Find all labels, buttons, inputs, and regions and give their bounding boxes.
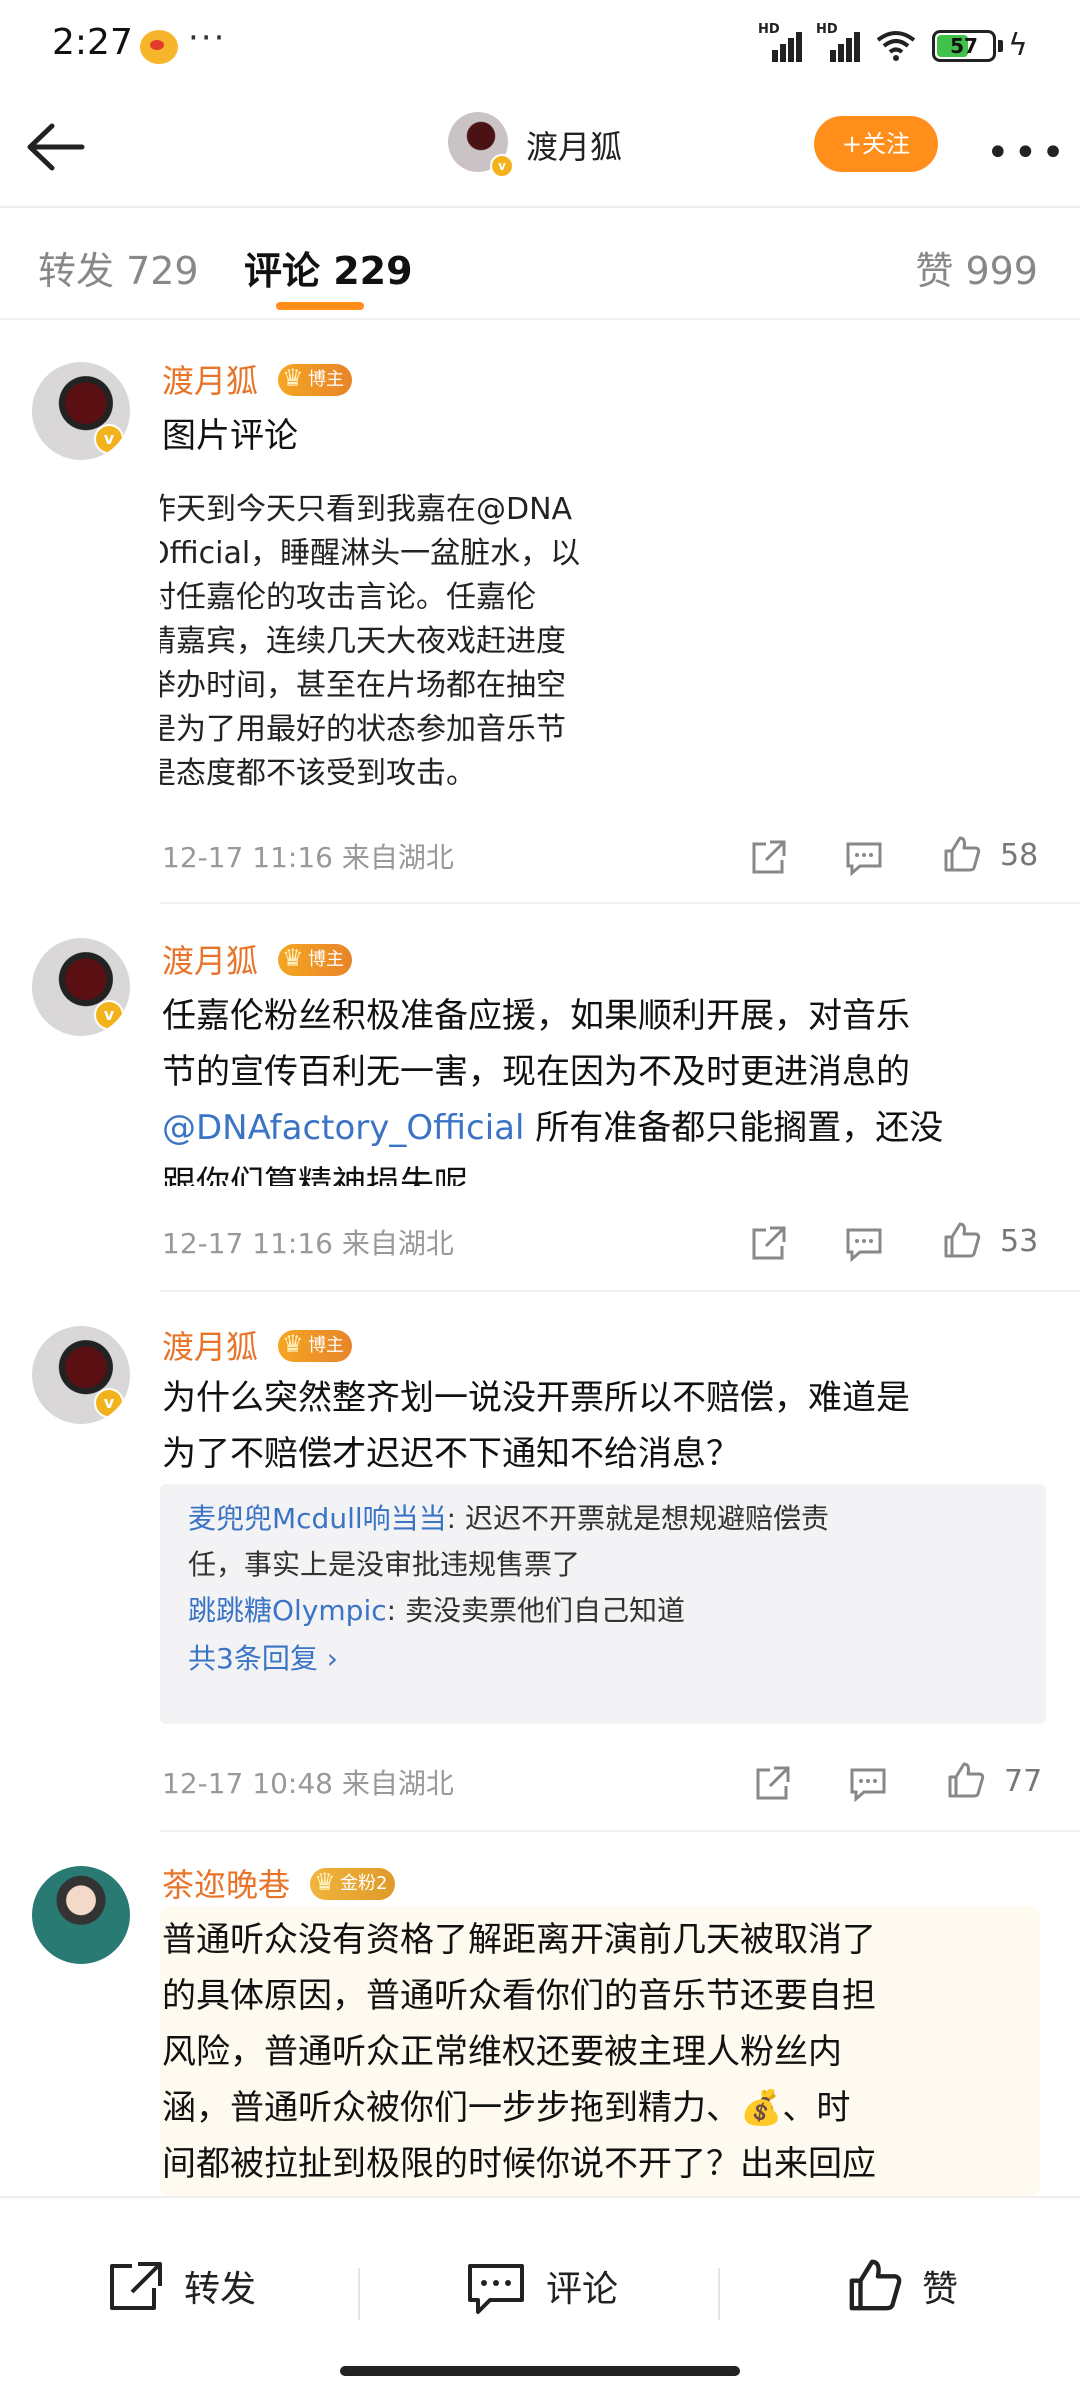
like-icon[interactable] xyxy=(846,2256,904,2314)
comment-text-line: 间都被拉扯到极限的时候你说不开了？出来回应 xyxy=(162,2144,876,2184)
comment-text-line: 涵，普通听众被你们一步步拖到精力、💰、时 xyxy=(162,2088,851,2128)
image-text-line: 对任嘉伦的攻击言论。任嘉伦 xyxy=(160,580,536,615)
comment-text-line: 为了不赔偿才迟迟不下通知不给消息？ xyxy=(162,1434,740,1474)
comment-icon[interactable] xyxy=(844,838,884,878)
comment-text-line: 风险，普通听众正常维权还要被主理人粉丝内 xyxy=(162,2032,842,2072)
comment-text-line: 任嘉伦粉丝积极准备应援，如果顺利开展，对音乐 xyxy=(162,996,910,1036)
comment-icon[interactable] xyxy=(848,1764,888,1804)
like-icon[interactable] xyxy=(946,1760,986,1800)
battery-icon: 57 xyxy=(932,30,996,62)
comment-meta: 12-17 11:16 来自湖北 xyxy=(162,1227,454,1260)
comment-meta: 12-17 10:48 来自湖北 xyxy=(162,1767,454,1800)
divider xyxy=(718,2268,720,2320)
battery-percent: 57 xyxy=(950,34,978,58)
verified-badge-icon: v xyxy=(94,1000,124,1030)
comment-text-line: 跟你们算精神损失呢 xyxy=(162,1164,468,1186)
divider xyxy=(160,1290,1080,1292)
commenter-name[interactable]: 渡月狐 xyxy=(162,936,258,982)
like-icon[interactable] xyxy=(942,1220,982,1260)
more-notifications-icon: ··· xyxy=(188,18,227,58)
comment-text: 图片评论 xyxy=(162,416,298,456)
repost-button[interactable]: 转发 xyxy=(184,2260,256,2312)
follow-button[interactable]: +关注 xyxy=(814,116,938,172)
post-tabs: 转发 729 评论 229 赞 999 xyxy=(0,206,1080,320)
divider xyxy=(160,902,1080,904)
verified-badge-icon: v xyxy=(94,1388,124,1418)
blogger-badge: 博主 xyxy=(278,362,352,396)
more-options-icon[interactable]: ••• xyxy=(986,130,1069,176)
commenter-avatar[interactable]: v xyxy=(32,938,130,1036)
charging-icon: ϟ xyxy=(1008,28,1028,63)
image-text-line: 是为了用最好的状态参加音乐节 xyxy=(160,712,566,747)
comment-text-line: 节的宣传百利无一害，现在因为不及时更进消息的 xyxy=(162,1052,910,1092)
weibo-notification-icon xyxy=(140,30,178,64)
author-avatar[interactable]: v xyxy=(448,112,514,178)
image-text-line: Official，睡醒淋头一盆脏水，以 xyxy=(160,536,581,571)
comment-text-line: 的具体原因，普通听众看你们的音乐节还要自担 xyxy=(162,1976,876,2016)
comment-icon[interactable] xyxy=(844,1224,884,1264)
verified-badge-icon: v xyxy=(490,154,514,178)
top-navigation: v 渡月狐 +关注 ••• xyxy=(0,96,1080,208)
share-icon[interactable] xyxy=(748,1224,788,1264)
comment-text-line: 为什么突然整齐划一说没开票所以不赔偿，难道是 xyxy=(162,1378,910,1418)
back-arrow-icon[interactable] xyxy=(26,120,86,174)
commenter-name[interactable]: 渡月狐 xyxy=(162,356,258,402)
mention-link[interactable]: @DNAfactory_Official xyxy=(162,1108,524,1148)
reply-text: : 迟迟不开票就是想规避赔偿责 xyxy=(446,1502,829,1535)
signal-icon: HD xyxy=(758,22,802,62)
image-text-line: 举办时间，甚至在片场都在抽空 xyxy=(160,668,566,703)
comment-meta: 12-17 11:16 来自湖北 xyxy=(162,841,454,874)
status-bar: 2:27 ··· HD HD 57 ϟ xyxy=(0,0,1080,96)
image-text-line: 请嘉宾，连续几天大夜戏赶进度 xyxy=(160,624,566,659)
status-time: 2:27 xyxy=(52,22,133,63)
author-name[interactable]: 渡月狐 xyxy=(526,122,622,168)
tab-comments[interactable]: 评论 229 xyxy=(244,240,413,295)
like-count: 58 xyxy=(1000,838,1039,873)
comment-text-line: 普通听众没有资格了解距离开演前几天被取消了 xyxy=(162,1920,876,1960)
comment-text-line: 所有准备都只能搁置，还没 xyxy=(524,1108,944,1148)
battery-tip xyxy=(998,40,1003,52)
blogger-badge: 博主 xyxy=(278,942,352,976)
commenter-avatar[interactable]: v xyxy=(32,362,130,460)
blogger-badge: 博主 xyxy=(278,1328,352,1362)
share-icon[interactable] xyxy=(752,1764,792,1804)
divider xyxy=(358,2268,360,2320)
hd-label: HD xyxy=(816,22,838,37)
like-icon[interactable] xyxy=(942,834,982,874)
fan-badge: 金粉2 xyxy=(310,1866,396,1900)
like-count: 53 xyxy=(1000,1224,1039,1259)
comment-icon[interactable] xyxy=(466,2260,526,2316)
signal-icon: HD xyxy=(816,22,860,62)
image-text-line: 昨天到今天只看到我嘉在@DNA xyxy=(160,492,573,527)
commenter-name[interactable]: 渡月狐 xyxy=(162,1322,258,1368)
reply-user[interactable]: 跳跳糖Olympic xyxy=(188,1594,387,1627)
comment-image[interactable]: 昨天到今天只看到我嘉在@DNA Official，睡醒淋头一盆脏水，以 对任嘉伦… xyxy=(160,488,586,812)
more-replies-link[interactable]: 共3条回复 › xyxy=(188,1636,338,1682)
image-text-line: 是态度都不该受到攻击。 xyxy=(160,756,476,791)
comment-button[interactable]: 评论 xyxy=(546,2260,618,2312)
reply-text: : 卖没卖票他们自己知道 xyxy=(386,1594,685,1627)
divider xyxy=(160,1830,1080,1832)
wifi-icon xyxy=(876,31,916,61)
reply-user[interactable]: 麦兜兜Mcdull响当当 xyxy=(188,1502,447,1535)
commenter-avatar[interactable] xyxy=(32,1866,130,1964)
share-icon[interactable] xyxy=(748,838,788,878)
hd-label: HD xyxy=(758,22,780,37)
home-indicator[interactable] xyxy=(340,2366,740,2376)
commenter-avatar[interactable]: v xyxy=(32,1326,130,1424)
reply-item: 跳跳糖Olympic: 卖没卖票他们自己知道 xyxy=(188,1588,685,1634)
like-count: 77 xyxy=(1004,1764,1043,1799)
commenter-name[interactable]: 茶迩晚巷 xyxy=(162,1860,290,1906)
active-tab-indicator xyxy=(276,302,364,310)
replies-preview[interactable]: 麦兜兜Mcdull响当当: 迟迟不开票就是想规避赔偿责 任，事实上是没审批违规售… xyxy=(160,1484,1046,1724)
repost-icon[interactable] xyxy=(106,2260,164,2314)
reply-item: 麦兜兜Mcdull响当当: 迟迟不开票就是想规避赔偿责 xyxy=(188,1496,829,1542)
tab-likes[interactable]: 赞 999 xyxy=(915,240,1038,295)
reply-text: 任，事实上是没审批违规售票了 xyxy=(188,1548,581,1581)
verified-badge-icon: v xyxy=(94,424,124,454)
tab-repost[interactable]: 转发 729 xyxy=(38,240,199,295)
like-button[interactable]: 赞 xyxy=(922,2260,958,2312)
